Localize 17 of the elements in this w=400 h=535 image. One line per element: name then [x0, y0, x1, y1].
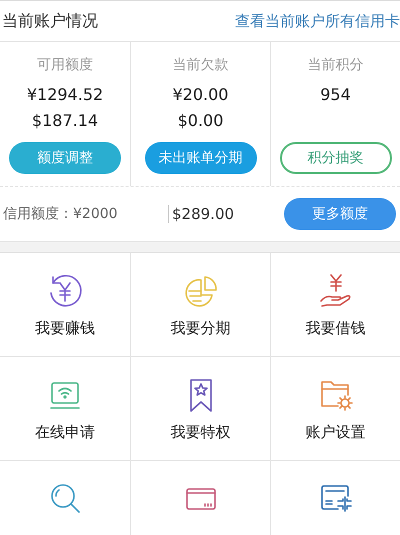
menu-item[interactable]: 我要赚钱	[35, 319, 95, 338]
stat-value: 954	[320, 84, 351, 106]
menu-item[interactable]: 账户设置	[306, 423, 366, 442]
menu-item[interactable]: 我要分期	[170, 319, 230, 338]
section-title: 当前账户情况	[2, 10, 98, 32]
stat-label: 当前欠款	[172, 56, 228, 74]
stat-value: $187.14	[32, 110, 98, 132]
stat-value: ¥1294.52	[26, 84, 104, 106]
view-all-cards-link[interactable]: 查看当前账户所有信用卡	[235, 12, 400, 30]
stat-value: $0.00	[178, 110, 224, 132]
stat-label: 当前积分	[308, 56, 364, 74]
credit-limit-text: 信用额度：¥2000	[3, 205, 119, 223]
menu-item[interactable]: 我要借钱	[306, 319, 366, 338]
stat-value: ¥20.00	[172, 84, 228, 106]
stat-label: 可用额度	[37, 56, 93, 74]
menu-item[interactable]: 我要特权	[170, 423, 230, 442]
menu-item[interactable]: 在线申请	[35, 423, 95, 442]
